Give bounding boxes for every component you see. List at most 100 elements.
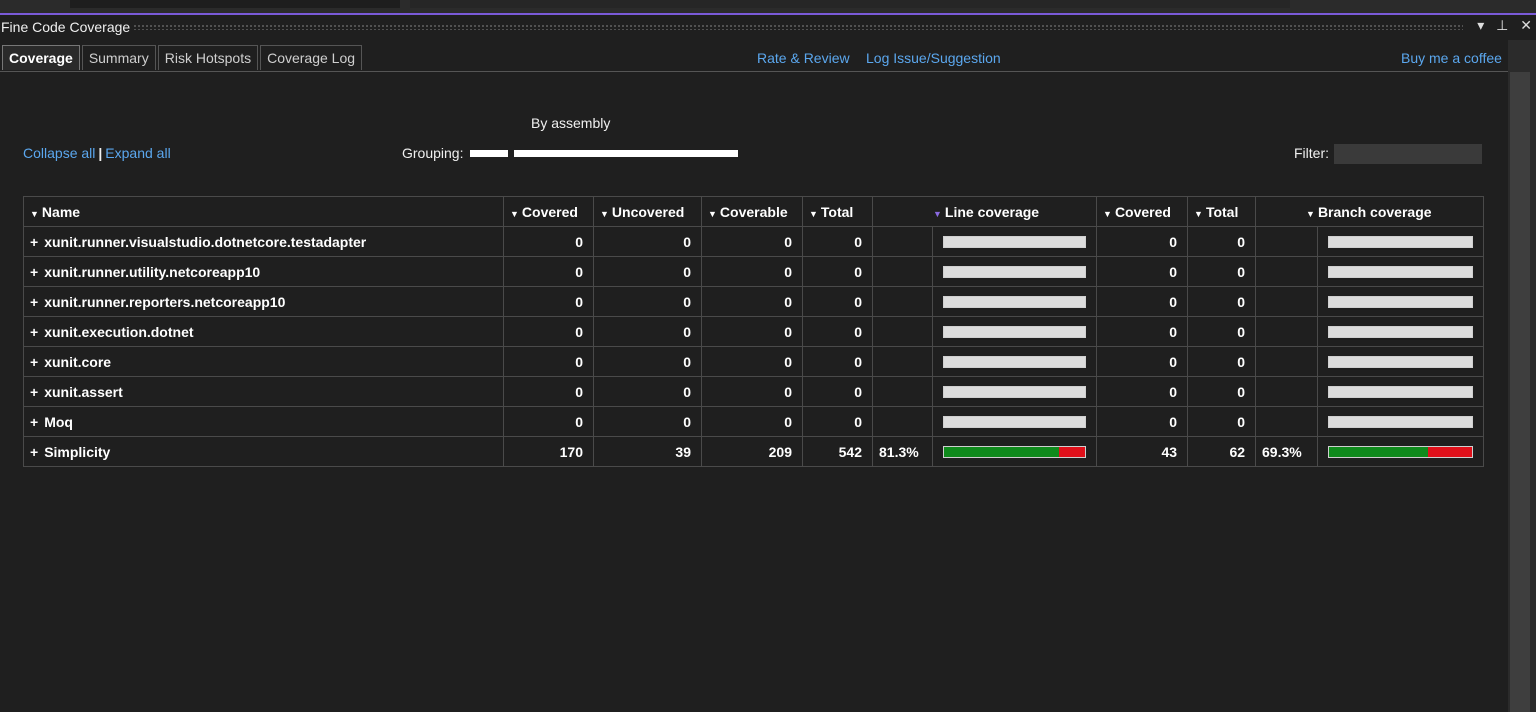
covered-cell: 0: [503, 376, 594, 407]
buy-coffee-link[interactable]: Buy me a coffee: [1401, 50, 1502, 66]
line-coverage-percent: [872, 226, 933, 257]
line-coverage-bar-cell: [931, 256, 1098, 287]
branch-total-cell: 0: [1187, 346, 1257, 377]
covered-segment: [1329, 446, 1429, 457]
table-row[interactable]: + Moq 0 0 0 0 0 0: [23, 406, 1485, 437]
log-issue-link[interactable]: Log Issue/Suggestion: [866, 50, 1001, 66]
expand-plus-icon[interactable]: +: [30, 384, 38, 400]
header-total[interactable]: ▼ Total: [802, 196, 873, 227]
line-coverage-bar-cell: [931, 376, 1098, 407]
branch-total-cell: 0: [1187, 406, 1257, 437]
header-covered[interactable]: ▼ Covered: [503, 196, 594, 227]
line-coverage-bar-cell: [931, 346, 1098, 377]
row-name-cell[interactable]: + xunit.core: [23, 346, 504, 377]
expand-plus-icon[interactable]: +: [30, 324, 38, 340]
dropdown-icon[interactable]: ▾: [1477, 17, 1484, 33]
line-coverage-bar: [943, 415, 1087, 428]
sort-caret-icon: ▼: [933, 208, 942, 219]
rate-review-link[interactable]: Rate & Review: [757, 50, 850, 66]
pin-icon[interactable]: ⊥: [1496, 17, 1508, 33]
header-branch-coverage[interactable]: ▼ Branch coverage: [1255, 196, 1485, 227]
grouping-slider-track[interactable]: [514, 150, 738, 157]
coverable-cell: 0: [701, 286, 803, 317]
branch-coverage-bar: [1328, 445, 1474, 458]
total-cell: 0: [802, 316, 873, 347]
header-name[interactable]: ▼ Name: [23, 196, 504, 227]
scrollbar-thumb[interactable]: [1510, 72, 1530, 712]
table-row[interactable]: + xunit.assert 0 0 0 0 0 0: [23, 376, 1485, 407]
tab-risk-hotspots[interactable]: Risk Hotspots: [157, 45, 259, 70]
line-coverage-bar: [943, 385, 1087, 398]
branch-covered-cell: 0: [1096, 346, 1189, 377]
branch-covered-cell: 0: [1096, 406, 1189, 437]
branch-total-cell: 62: [1187, 436, 1257, 467]
branch-coverage-bar: [1328, 415, 1474, 428]
table-row[interactable]: + xunit.runner.reporters.netcoreapp10 0 0…: [23, 286, 1485, 317]
coverable-cell: 0: [701, 256, 803, 287]
branch-coverage-bar: [1328, 355, 1474, 368]
table-row[interactable]: + xunit.runner.visualstudio.dotnetcore.te…: [23, 226, 1485, 257]
top-strip-segment: [410, 0, 1290, 8]
table-row[interactable]: + Simplicity 170 39 209 542 81.3% 43 62 6…: [23, 436, 1485, 467]
expand-plus-icon[interactable]: +: [30, 264, 38, 280]
branch-covered-cell: 0: [1096, 226, 1189, 257]
tool-window-titlebar[interactable]: Fine Code Coverage ▾ ⊥ ✕: [0, 16, 1536, 38]
coverable-cell: 0: [701, 316, 803, 347]
branch-coverage-bar: [1328, 295, 1474, 308]
grouping-slider[interactable]: [470, 148, 738, 160]
tab-coverage-log[interactable]: Coverage Log: [260, 45, 363, 70]
expand-plus-icon[interactable]: +: [30, 234, 38, 250]
uncovered-cell: 39: [593, 436, 702, 467]
uncovered-cell: 0: [593, 346, 702, 377]
line-coverage-percent: [872, 256, 933, 287]
vertical-scrollbar[interactable]: [1508, 40, 1536, 712]
row-name-cell[interactable]: + xunit.runner.visualstudio.dotnetcore.te…: [23, 226, 504, 257]
expand-plus-icon[interactable]: +: [30, 354, 38, 370]
total-cell: 0: [802, 346, 873, 377]
close-icon[interactable]: ✕: [1520, 17, 1532, 33]
header-branch-covered[interactable]: ▼ Covered: [1096, 196, 1189, 227]
branch-coverage-percent: [1255, 286, 1319, 317]
line-coverage-bar: [943, 265, 1087, 278]
row-name-cell[interactable]: + xunit.execution.dotnet: [23, 316, 504, 347]
expand-plus-icon[interactable]: +: [30, 294, 38, 310]
uncovered-segment: [1428, 446, 1472, 457]
collapse-all-link[interactable]: Collapse all: [23, 145, 95, 161]
row-name-cell[interactable]: + xunit.assert: [23, 376, 504, 407]
row-name-cell[interactable]: + xunit.runner.reporters.netcoreapp10: [23, 286, 504, 317]
table-row[interactable]: + xunit.runner.utility.netcoreapp10 0 0 0…: [23, 256, 1485, 287]
branch-coverage-bar-cell: [1317, 376, 1485, 407]
row-name-cell[interactable]: + Simplicity: [23, 436, 504, 467]
branch-coverage-percent: [1255, 316, 1319, 347]
tab-coverage[interactable]: Coverage: [2, 45, 80, 70]
table-row[interactable]: + xunit.core 0 0 0 0 0 0: [23, 346, 1485, 377]
tab-summary[interactable]: Summary: [81, 45, 156, 70]
row-name-cell[interactable]: + Moq: [23, 406, 504, 437]
header-uncovered[interactable]: ▼ Uncovered: [593, 196, 702, 227]
top-strip-segment: [70, 0, 400, 8]
grip-dots[interactable]: [133, 24, 1463, 30]
branch-total-cell: 0: [1187, 316, 1257, 347]
branch-coverage-percent: [1255, 256, 1319, 287]
total-cell: 0: [802, 376, 873, 407]
branch-covered-cell: 0: [1096, 376, 1189, 407]
header-line-coverage[interactable]: ▼ Line coverage: [871, 196, 1098, 227]
sort-caret-icon: ▼: [30, 208, 39, 219]
row-name-cell[interactable]: + xunit.runner.utility.netcoreapp10: [23, 256, 504, 287]
header-branch-total[interactable]: ▼ Total: [1187, 196, 1257, 227]
branch-coverage-percent: [1255, 406, 1319, 437]
covered-cell: 0: [503, 256, 594, 287]
line-coverage-percent: [872, 316, 933, 347]
expand-all-link[interactable]: Expand all: [105, 145, 170, 161]
grouping-slider-thumb[interactable]: [470, 150, 508, 157]
coverage-table: ▼ Name ▼ Covered ▼ Uncovered ▼ Coverable ▼ To…: [23, 196, 1485, 467]
header-coverable[interactable]: ▼ Coverable: [701, 196, 803, 227]
expand-plus-icon[interactable]: +: [30, 444, 38, 460]
filter-input[interactable]: [1334, 144, 1482, 164]
separator: |: [98, 145, 103, 161]
table-row[interactable]: + xunit.execution.dotnet 0 0 0 0 0 0: [23, 316, 1485, 347]
branch-covered-cell: 0: [1096, 316, 1189, 347]
expand-plus-icon[interactable]: +: [30, 414, 38, 430]
accent-line: [0, 13, 1536, 15]
branch-coverage-bar: [1328, 265, 1474, 278]
